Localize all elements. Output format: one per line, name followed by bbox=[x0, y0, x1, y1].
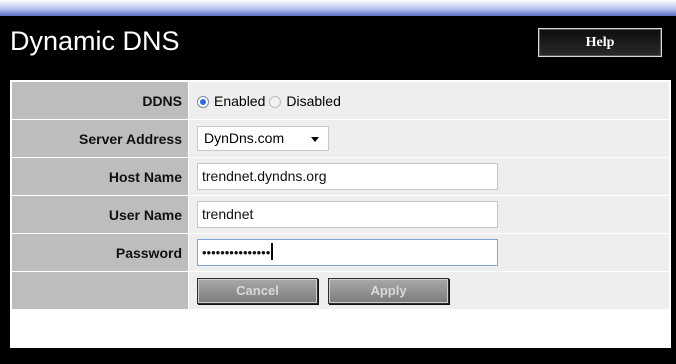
password-row: Password ••••••••••••••• bbox=[12, 234, 669, 271]
apply-button[interactable]: Apply bbox=[328, 277, 449, 304]
enabled-radio-label[interactable]: Enabled bbox=[214, 93, 265, 109]
top-gradient-strip bbox=[0, 0, 676, 16]
ddns-label: DDNS bbox=[12, 82, 188, 119]
ddns-settings-table: DDNS Enabled Disabled Server Address DynD… bbox=[11, 81, 670, 310]
ddns-row: DDNS Enabled Disabled bbox=[12, 82, 669, 119]
cancel-button[interactable]: Cancel bbox=[197, 277, 318, 304]
password-masked-value: ••••••••••••••• bbox=[202, 245, 271, 260]
password-input[interactable]: ••••••••••••••• bbox=[197, 239, 498, 266]
user-name-input[interactable]: trendnet bbox=[197, 201, 498, 228]
user-name-label: User Name bbox=[12, 196, 188, 233]
server-address-value: DynDns.com bbox=[204, 130, 285, 146]
dropdown-arrow-icon bbox=[311, 137, 319, 142]
actions-label-cell bbox=[12, 272, 188, 309]
page-title: Dynamic DNS bbox=[10, 26, 180, 56]
actions-row: Cancel Apply bbox=[12, 272, 669, 309]
server-address-select[interactable]: DynDns.com bbox=[197, 126, 329, 151]
ddns-options: Enabled Disabled bbox=[189, 82, 669, 119]
enabled-radio[interactable] bbox=[197, 95, 209, 108]
server-address-label: Server Address bbox=[12, 120, 188, 157]
password-label: Password bbox=[12, 234, 188, 271]
host-name-label: Host Name bbox=[12, 158, 188, 195]
host-name-input[interactable]: trendnet.dyndns.org bbox=[197, 163, 498, 190]
help-button[interactable]: Help bbox=[538, 28, 662, 57]
host-name-row: Host Name trendnet.dyndns.org bbox=[12, 158, 669, 195]
server-address-row: Server Address DynDns.com bbox=[12, 120, 669, 157]
disabled-radio[interactable] bbox=[269, 95, 282, 108]
user-name-row: User Name trendnet bbox=[12, 196, 669, 233]
text-cursor bbox=[271, 243, 274, 260]
disabled-radio-label[interactable]: Disabled bbox=[286, 93, 340, 109]
